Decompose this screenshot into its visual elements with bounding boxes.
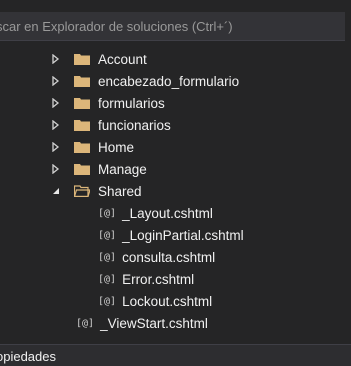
folder-open-icon [73,185,91,198]
tree-item-encabezado-formulario[interactable]: encabezado_formulario [50,70,239,92]
tree-item-layout-cshtml[interactable]: [@] _Layout.cshtml [98,202,213,224]
solution-explorer-panel: Account encabezado_formulario formulario… [0,0,351,366]
properties-tab-label: opiedades [0,348,56,364]
triangle-down-icon[interactable] [50,185,62,197]
tree-item-home[interactable]: Home [50,136,134,158]
razor-file-icon: [@] [76,317,95,329]
triangle-right-icon[interactable] [50,163,62,175]
tree-item-label: _Layout.cshtml [122,205,213,221]
tree-item-label: formularios [98,95,165,111]
tree-item-label: Lockout.cshtml [122,293,213,309]
razor-file-icon: [@] [98,229,117,241]
tree-item-label: consulta.cshtml [122,249,216,265]
folder-icon [74,97,90,109]
tree-item-label: funcionarios [98,117,171,133]
triangle-right-icon[interactable] [50,53,62,65]
tree-item-manage[interactable]: Manage [50,158,147,180]
razor-file-icon: [@] [98,207,117,219]
razor-file-icon: [@] [98,251,117,263]
folder-icon [74,75,90,87]
tree-item-loginpartial-cshtml[interactable]: [@] _LoginPartial.cshtml [98,224,244,246]
properties-tab[interactable]: opiedades [0,344,351,366]
tree-item-label: Home [98,139,135,155]
tree-item-error-cshtml[interactable]: [@] Error.cshtml [98,268,194,290]
search-bar[interactable] [0,12,345,41]
razor-file-icon: [@] [98,295,117,307]
tree-item-label: _ViewStart.cshtml [100,315,208,331]
razor-file-icon: [@] [98,273,117,285]
folder-icon [74,119,90,131]
folder-icon [74,53,90,65]
tree-item-label: Shared [98,183,142,199]
tree-item-label: Manage [98,161,147,177]
tree-item-label: Account [98,51,147,67]
tree-item-shared[interactable]: Shared [50,180,142,202]
triangle-right-icon[interactable] [50,119,62,131]
tree-item-account[interactable]: Account [50,48,147,70]
tree-item-viewstart-cshtml[interactable]: [@] _ViewStart.cshtml [76,312,208,334]
triangle-right-icon[interactable] [50,141,62,153]
tree-item-consulta-cshtml[interactable]: [@] consulta.cshtml [98,246,215,268]
tree-item-label: Error.cshtml [122,271,195,287]
triangle-right-icon[interactable] [50,97,62,109]
tree-item-formularios[interactable]: formularios [50,92,165,114]
tree-item-funcionarios[interactable]: funcionarios [50,114,171,136]
tree-item-label: _LoginPartial.cshtml [122,227,244,243]
folder-icon [74,141,90,153]
tree-item-lockout-cshtml[interactable]: [@] Lockout.cshtml [98,290,212,312]
tree-item-label: encabezado_formulario [98,73,240,89]
search-input[interactable] [0,18,341,34]
triangle-right-icon[interactable] [50,75,62,87]
folder-icon [74,163,90,175]
